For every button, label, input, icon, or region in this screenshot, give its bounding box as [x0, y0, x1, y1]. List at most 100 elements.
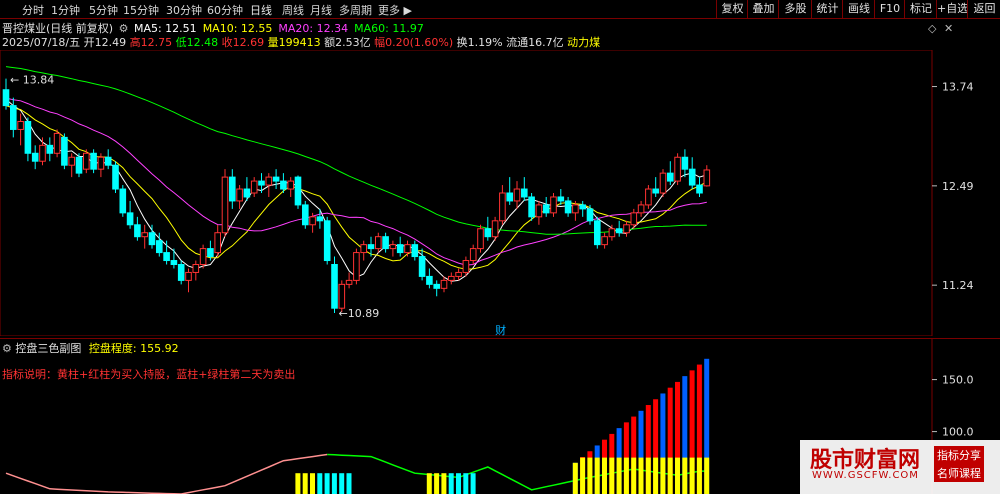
candle-body	[229, 176, 236, 202]
candle-body	[302, 204, 309, 226]
candle-body	[141, 232, 148, 238]
candle-body	[572, 204, 579, 214]
quote-amount: 额2.53亿	[324, 36, 371, 49]
period-tab-3[interactable]: 15分钟	[123, 2, 159, 18]
candle-body	[601, 236, 608, 246]
candle-body	[659, 172, 667, 194]
watermark-tag1: 指标分享	[934, 446, 984, 464]
indicator-bar	[339, 473, 345, 494]
y-tick-label: 11.24	[942, 279, 974, 292]
period-tab-9[interactable]: 多周期	[339, 2, 372, 18]
expand-icon[interactable]: ◇	[928, 22, 936, 35]
period-tab-1[interactable]: 1分钟	[51, 2, 80, 18]
toolbar-button-6[interactable]: 标记	[904, 0, 937, 18]
candle-body	[586, 208, 594, 222]
candle-body	[126, 212, 134, 226]
toolbar-button-5[interactable]: F10	[874, 0, 905, 18]
candle-body	[323, 220, 331, 262]
candle-body	[608, 228, 616, 238]
toolbar-button-7[interactable]: +自选	[936, 0, 968, 18]
candle-body	[630, 212, 638, 226]
quote-concept: 动力煤	[567, 36, 601, 49]
ma60-line	[5, 66, 707, 235]
toolbar-button-0[interactable]: 复权	[716, 0, 748, 18]
candle-body	[455, 271, 462, 277]
quote-low: 低12.48	[175, 36, 219, 49]
candle-body	[119, 188, 127, 214]
indicator-bar-yellow	[572, 462, 578, 494]
quote-turnover: 换1.19%	[456, 36, 503, 49]
candle-body	[579, 204, 587, 210]
indicator-bar-yellow	[580, 457, 586, 494]
period-tab-7[interactable]: 周线	[282, 2, 304, 18]
candle-body	[645, 188, 652, 206]
toolbar-button-2[interactable]: 多股	[778, 0, 812, 18]
period-tab-10[interactable]: 更多 ▶	[378, 2, 412, 18]
y-tick-label: 13.74	[942, 81, 974, 94]
indicator-bar	[346, 473, 352, 494]
candle-body	[280, 180, 287, 190]
candle-body	[615, 228, 623, 234]
indicator-bar-yellow	[645, 457, 651, 494]
close-icon[interactable]: ✕	[944, 22, 953, 35]
candle-body	[550, 196, 557, 214]
candle-body	[338, 283, 346, 309]
period-toolbar: 分时 1分钟 5分钟 15分钟 30分钟 60分钟 日线 周线 月线 多周期 更多 ▶ 复权 叠加 多股统…	[0, 0, 1000, 19]
candle-body	[360, 244, 367, 254]
candle-body	[243, 188, 251, 198]
candle-body	[688, 168, 696, 186]
indicator-bar	[302, 473, 308, 494]
candle-body	[185, 271, 192, 281]
candle-body	[382, 236, 389, 250]
plot-frame	[0, 50, 933, 336]
toolbar-button-8[interactable]: 返回	[967, 0, 1000, 18]
sub-y-tick-label: 150.0	[942, 374, 974, 387]
candle-body	[2, 89, 10, 107]
candle-body	[513, 188, 521, 202]
candle-body	[594, 220, 601, 246]
min-price-label: ←10.89	[339, 307, 380, 320]
indicator-bar-yellow	[704, 457, 710, 494]
period-tab-2[interactable]: 5分钟	[89, 2, 118, 18]
candle-body	[90, 152, 97, 170]
candle-body	[528, 196, 535, 218]
period-tab-0[interactable]: 分时	[22, 2, 44, 18]
candle-body	[521, 188, 528, 198]
period-tab-5[interactable]: 60分钟	[207, 2, 243, 18]
period-tab-8[interactable]: 月线	[310, 2, 332, 18]
candle-body	[17, 121, 24, 130]
candle-body	[75, 156, 83, 174]
candle-body	[418, 256, 426, 277]
candle-body	[31, 152, 39, 162]
candle-body	[440, 279, 448, 289]
indicator-bar-yellow	[653, 457, 659, 494]
toolbar-button-4[interactable]: 画线	[842, 0, 875, 18]
indicator-bar	[317, 473, 323, 494]
candle-body	[623, 224, 630, 234]
indicator-bar	[456, 473, 461, 494]
candle-body	[104, 156, 112, 166]
candle-body	[309, 216, 316, 226]
indicator-bar	[331, 473, 337, 494]
candle-body	[652, 188, 660, 194]
candle-body	[156, 240, 163, 254]
indicator-bar	[426, 473, 432, 494]
candle-body	[411, 244, 419, 258]
candle-body	[134, 224, 141, 238]
indicator-bar	[470, 473, 476, 494]
indicator-bar-yellow	[696, 457, 702, 494]
toolbar-button-1[interactable]: 叠加	[747, 0, 779, 18]
period-tab-6[interactable]: 日线	[250, 2, 272, 18]
period-tab-4[interactable]: 30分钟	[166, 2, 202, 18]
candle-body	[163, 252, 170, 262]
candle-body	[345, 279, 353, 285]
candle-body	[68, 156, 76, 166]
candle-body	[681, 156, 689, 170]
candle-body	[39, 144, 46, 162]
toolbar-button-3[interactable]: 统计	[811, 0, 843, 18]
y-tick-label: 12.49	[942, 180, 974, 193]
candle-body	[287, 180, 294, 190]
indicator-bar-yellow	[689, 457, 695, 494]
indicator-bar-yellow	[631, 457, 637, 494]
price-chart[interactable]: 13.74 12.49 11.24 ← 13.84 ←10.89 财	[0, 50, 1000, 336]
